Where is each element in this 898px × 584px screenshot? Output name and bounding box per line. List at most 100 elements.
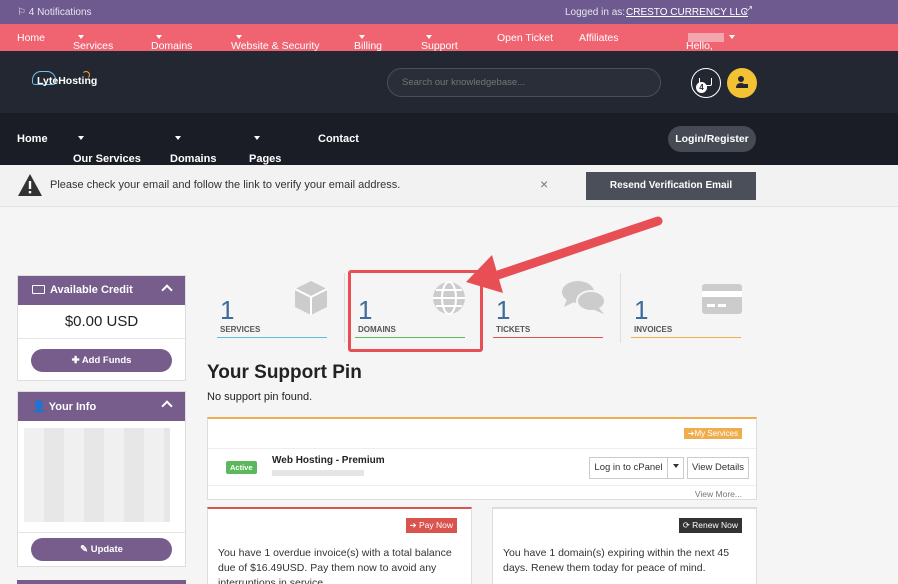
support-pin-text: No support pin found. bbox=[207, 391, 313, 403]
support-pin-title: Your Support Pin bbox=[207, 362, 362, 383]
client-nav-billing[interactable]: Billing bbox=[354, 32, 382, 52]
redacted-domain bbox=[272, 470, 364, 476]
chevron-down-icon bbox=[236, 35, 242, 39]
client-nav: Home Services Domains Website & Security… bbox=[0, 24, 898, 52]
client-nav-website-security[interactable]: Website & Security bbox=[231, 32, 320, 52]
main-nav-home[interactable]: Home bbox=[17, 133, 48, 145]
main-nav-our-services[interactable]: Our Services bbox=[73, 133, 141, 165]
knowledgebase-search-input[interactable] bbox=[387, 68, 661, 97]
chevron-up-icon[interactable] bbox=[161, 284, 173, 296]
stat-label: INVOICES bbox=[634, 325, 673, 334]
credit-panel: Available Credit $0.00 USD ✚ Add Funds bbox=[17, 275, 186, 381]
account-button[interactable] bbox=[727, 68, 757, 98]
stat-value: 1 bbox=[496, 295, 511, 325]
service-row: Active Web Hosting - Premium Log in to c… bbox=[208, 448, 756, 486]
pencil-icon: ✎ bbox=[80, 544, 91, 555]
verify-message: Please check your email and follow the l… bbox=[50, 179, 401, 191]
credit-panel-title: Available Credit bbox=[50, 284, 133, 296]
stat-services[interactable]: 1 SERVICES bbox=[217, 275, 329, 339]
sync-icon: ⟳ bbox=[682, 520, 693, 530]
chevron-up-icon[interactable] bbox=[161, 400, 173, 412]
overdue-invoices-card: ➔ Pay Now You have 1 overdue invoice(s) … bbox=[207, 507, 472, 584]
stat-label: SERVICES bbox=[220, 325, 261, 334]
chevron-down-icon bbox=[156, 35, 162, 39]
main-nav-domains-label: Domains bbox=[170, 153, 217, 165]
warning-icon bbox=[18, 174, 42, 196]
chevron-down-icon bbox=[175, 136, 181, 140]
view-more-link[interactable]: View More... bbox=[695, 489, 742, 499]
annotation-highlight-box bbox=[348, 270, 483, 352]
cart-button[interactable]: 4 bbox=[691, 68, 721, 98]
overdue-message: You have 1 overdue invoice(s) with a tot… bbox=[218, 547, 452, 584]
cpanel-dropdown-toggle[interactable] bbox=[667, 457, 684, 479]
resend-verification-button[interactable]: Resend Verification Email bbox=[586, 172, 756, 200]
email-verify-alert: Please check your email and follow the l… bbox=[0, 165, 898, 207]
main-nav-pages[interactable]: Pages bbox=[249, 133, 281, 165]
credit-card-icon bbox=[32, 285, 45, 294]
site-header: LyteHosting 4 bbox=[0, 51, 898, 113]
update-button[interactable]: ✎ Update bbox=[31, 538, 172, 561]
info-panel-header[interactable]: 👤 Your Info bbox=[18, 392, 185, 421]
add-funds-button[interactable]: ✚ Add Funds bbox=[31, 349, 172, 372]
main-nav-pages-label: Pages bbox=[249, 153, 282, 165]
login-register-button[interactable]: Login/Register bbox=[668, 126, 756, 152]
domain-renewal-card: ⟳ Renew Now You have 1 domain(s) expirin… bbox=[492, 507, 757, 584]
notifications-link[interactable]: ⚐ 4 Notifications bbox=[17, 7, 92, 18]
chevron-down-icon bbox=[78, 35, 84, 39]
view-details-button[interactable]: View Details bbox=[687, 457, 749, 479]
main-nav-contact[interactable]: Contact bbox=[318, 133, 359, 145]
renew-now-button[interactable]: ⟳ Renew Now bbox=[678, 518, 742, 533]
my-services-label: My Services bbox=[694, 429, 738, 438]
divider bbox=[18, 338, 185, 339]
divider bbox=[344, 273, 345, 343]
stat-label: TICKETS bbox=[496, 325, 531, 334]
cart-count-badge: 4 bbox=[696, 82, 707, 93]
client-nav-support[interactable]: Support bbox=[421, 32, 458, 52]
company-link[interactable]: CRESTO CURRENCY LLC bbox=[626, 7, 748, 18]
divider bbox=[18, 532, 185, 533]
stat-underline bbox=[631, 337, 741, 338]
credit-card-icon bbox=[702, 284, 742, 314]
stat-value: 1 bbox=[220, 295, 235, 325]
info-panel: 👤 Your Info ✎ Update bbox=[17, 391, 186, 567]
stat-tickets[interactable]: 1 TICKETS bbox=[493, 275, 606, 339]
logo[interactable]: LyteHosting bbox=[32, 71, 112, 93]
return-to-admin-icon[interactable]: ⤢ bbox=[744, 5, 752, 16]
status-badge: Active bbox=[226, 461, 257, 474]
my-services-button[interactable]: ➔My Services bbox=[683, 428, 742, 439]
client-nav-services[interactable]: Services bbox=[73, 32, 113, 52]
stat-underline bbox=[217, 337, 327, 338]
client-nav-domains[interactable]: Domains bbox=[151, 32, 192, 52]
client-nav-affiliates[interactable]: Affiliates bbox=[579, 32, 619, 44]
service-name[interactable]: Web Hosting - Premium bbox=[272, 455, 385, 466]
credit-panel-header[interactable]: Available Credit bbox=[18, 276, 185, 305]
chevron-down-icon bbox=[426, 35, 432, 39]
login-cpanel-button[interactable]: Log in to cPanel bbox=[589, 457, 668, 479]
services-panel: ➔My Services Active Web Hosting - Premiu… bbox=[207, 417, 757, 500]
chevron-down-icon bbox=[359, 35, 365, 39]
main-nav-domains[interactable]: Domains bbox=[170, 133, 216, 165]
pay-now-button[interactable]: ➔ Pay Now bbox=[405, 518, 457, 533]
user-icon: 👤 bbox=[32, 401, 46, 413]
client-nav-home[interactable]: Home bbox=[17, 32, 45, 44]
user-menu[interactable]: Hello, bbox=[686, 32, 735, 52]
plus-icon: ✚ bbox=[71, 355, 82, 366]
chevron-down-icon bbox=[254, 136, 260, 140]
renew-now-label: Renew Now bbox=[692, 520, 738, 530]
stat-value: 1 bbox=[634, 295, 649, 325]
main-nav-our-services-label: Our Services bbox=[73, 153, 141, 165]
chevron-down-icon bbox=[78, 136, 84, 140]
user-lock-icon bbox=[736, 76, 748, 88]
arrow-right-icon: ➔ bbox=[409, 520, 419, 530]
stat-invoices[interactable]: 1 INVOICES bbox=[631, 275, 743, 339]
main-nav: Home Our Services Domains Pages Contact … bbox=[0, 113, 898, 165]
divider bbox=[620, 273, 621, 343]
chevron-down-icon bbox=[672, 464, 679, 468]
logo-text: LyteHosting bbox=[37, 75, 98, 87]
comments-icon bbox=[562, 281, 606, 314]
client-nav-open-ticket[interactable]: Open Ticket bbox=[497, 32, 553, 44]
info-panel-title: Your Info bbox=[48, 401, 97, 413]
stat-underline bbox=[493, 337, 603, 338]
close-icon[interactable]: × bbox=[540, 176, 548, 192]
cube-icon bbox=[294, 281, 328, 315]
